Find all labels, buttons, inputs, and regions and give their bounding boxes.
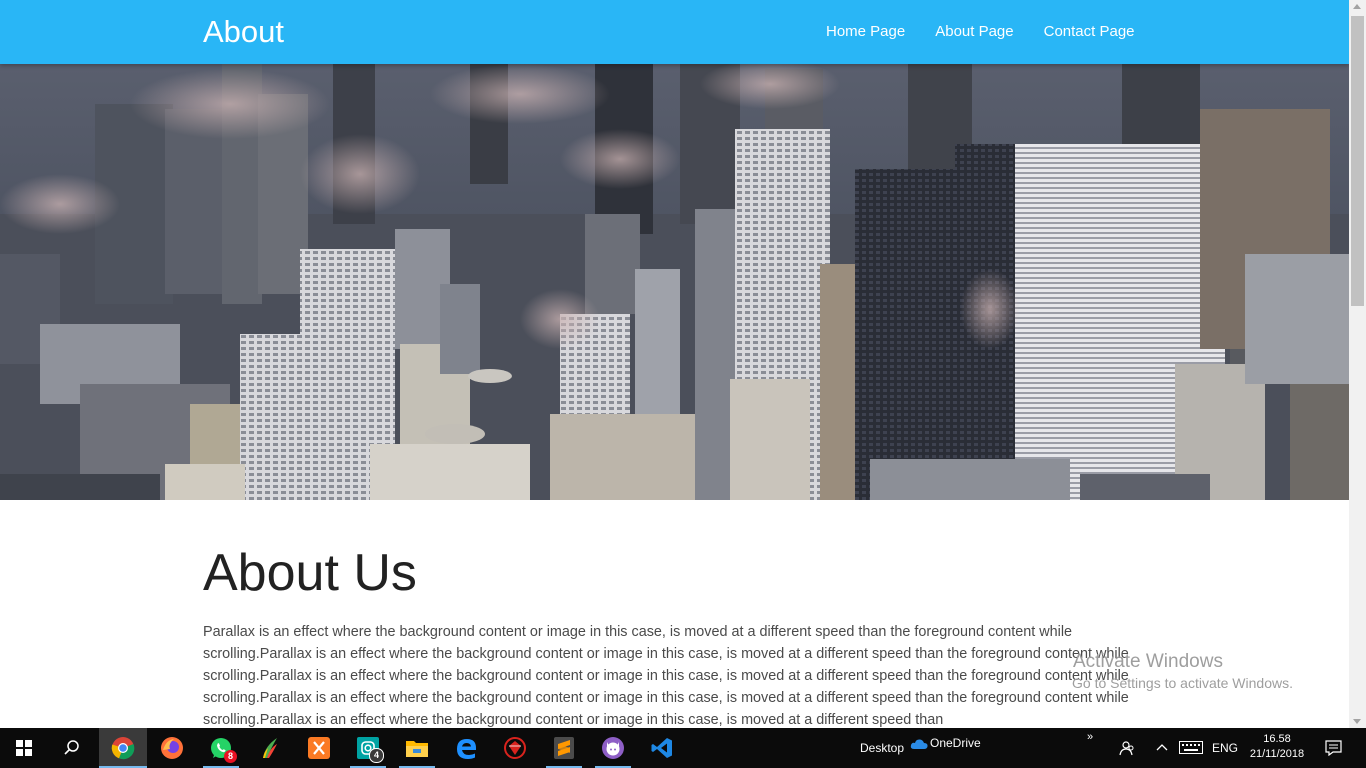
scroll-down-arrow-icon[interactable]: [1353, 719, 1361, 724]
clock[interactable]: 16.58 21/11/2018: [1236, 732, 1318, 762]
page-title: About Us: [203, 544, 417, 602]
taskbar-ruby-app[interactable]: [491, 728, 539, 768]
taskbar-chrome[interactable]: [99, 728, 147, 768]
navbar: About Home Page About Page Contact Page: [0, 0, 1349, 64]
people-icon[interactable]: [1119, 740, 1135, 756]
nav-link-home[interactable]: Home Page: [826, 22, 905, 42]
search-button[interactable]: [48, 728, 96, 768]
nav-link-contact[interactable]: Contact Page: [1044, 22, 1135, 42]
nav-link-about[interactable]: About Page: [935, 22, 1013, 42]
onedrive-icon[interactable]: [910, 738, 928, 750]
navbar-brand[interactable]: About: [203, 13, 284, 51]
hero-city-image: [0, 64, 1349, 500]
ruby-app-icon: [504, 737, 526, 759]
file-explorer-icon: [406, 741, 428, 757]
watermark-subtitle: Go to Settings to activate Windows.: [1072, 675, 1293, 691]
scroll-up-arrow-icon[interactable]: [1353, 4, 1361, 9]
taskbar-whatsapp[interactable]: 8: [197, 728, 245, 768]
nav-links: Home Page About Page Contact Page: [826, 22, 1165, 42]
taskbar-xampp[interactable]: [295, 728, 343, 768]
desktop-toolbar-label[interactable]: Desktop: [860, 741, 904, 755]
about-paragraph: Parallax is an effect where the backgrou…: [203, 624, 1129, 728]
taskbar-coreldraw[interactable]: [246, 728, 294, 768]
instagram-badge: 4: [369, 748, 384, 763]
activate-windows-watermark: Activate Windows Go to Settings to activ…: [1072, 651, 1293, 693]
taskbar-firefox[interactable]: [148, 728, 196, 768]
windows-logo-icon: [16, 740, 32, 756]
chrome-icon: [111, 737, 135, 760]
sublime-text-icon: [554, 737, 574, 759]
keyboard-icon[interactable]: [1179, 741, 1203, 754]
vscode-icon: [651, 738, 672, 758]
coreldraw-icon: [263, 738, 277, 758]
whatsapp-badge: 8: [224, 750, 237, 763]
search-icon: [64, 740, 79, 755]
taskbar-sublime-text[interactable]: [540, 728, 588, 768]
scroll-thumb[interactable]: [1351, 16, 1364, 306]
start-button[interactable]: [0, 728, 48, 768]
clock-time: 16.58: [1263, 733, 1291, 745]
github-desktop-icon: [602, 737, 624, 759]
taskbar-instagram[interactable]: 4: [344, 728, 392, 768]
taskbar-edge[interactable]: [442, 728, 490, 768]
action-center-icon[interactable]: [1325, 740, 1342, 756]
language-indicator[interactable]: ENG: [1212, 741, 1238, 755]
onedrive-label[interactable]: OneDrive: [930, 736, 981, 750]
taskbar: 8 4 Desktop OneDrive » ENG 16.58 21/11/2…: [0, 728, 1366, 768]
toolbar-overflow-icon[interactable]: »: [1087, 730, 1093, 744]
taskbar-file-explorer[interactable]: [393, 728, 441, 768]
clock-date: 21/11/2018: [1249, 748, 1305, 760]
xampp-icon: [308, 737, 330, 759]
watermark-title: Activate Windows: [1073, 651, 1223, 672]
taskbar-vscode[interactable]: [638, 728, 686, 768]
firefox-icon: [161, 737, 183, 759]
page-scrollbar[interactable]: [1349, 0, 1366, 728]
show-hidden-icons-icon[interactable]: [1156, 743, 1168, 751]
edge-icon: [457, 739, 476, 759]
taskbar-github-desktop[interactable]: [589, 728, 637, 768]
